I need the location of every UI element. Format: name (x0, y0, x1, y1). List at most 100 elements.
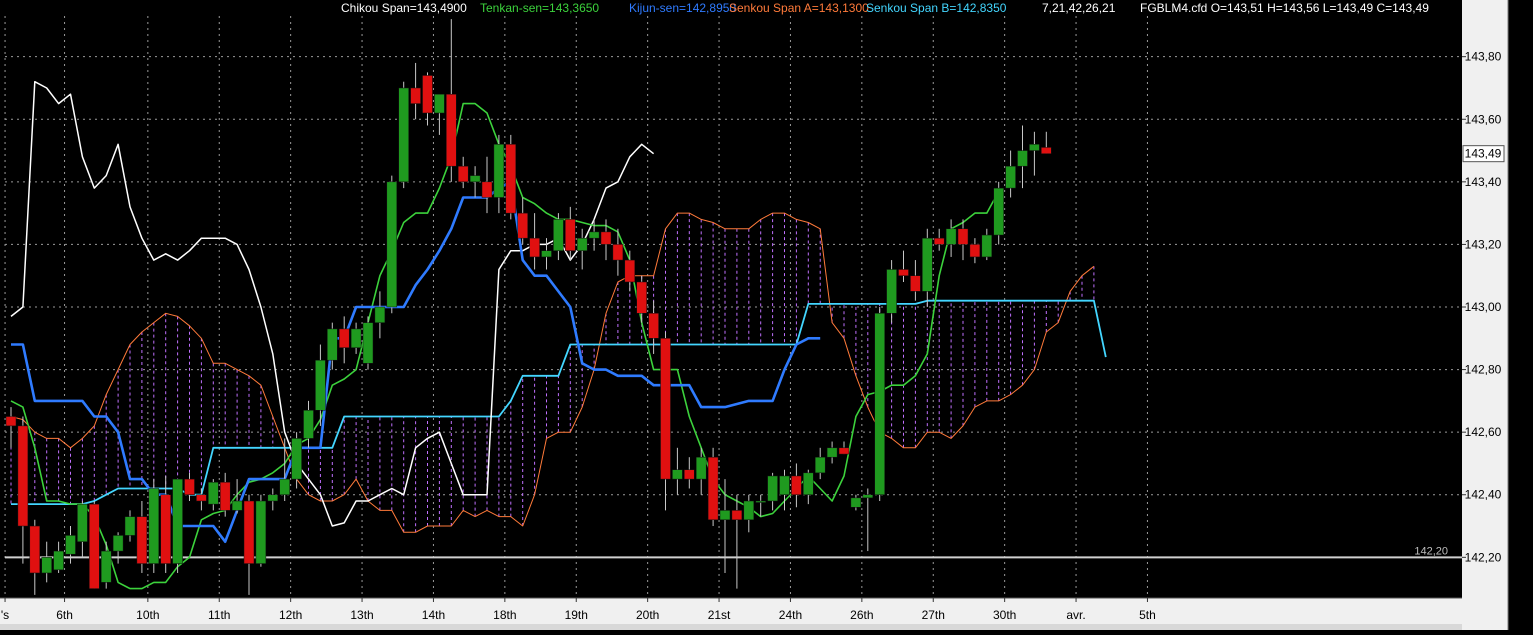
time-tick-label: 21st (708, 608, 731, 622)
candle-body (457, 165, 469, 183)
candle-body (755, 500, 766, 503)
candle-body (41, 557, 52, 574)
candle-body (386, 181, 398, 308)
legend-item: Kijun-sen=142,8950 (629, 1, 736, 15)
price-tick-label: 143,60 (1465, 112, 1502, 126)
time-tick-label: 's (1, 608, 9, 622)
time-tick-label: 10th (136, 608, 159, 622)
price-tick-label: 143,20 (1465, 237, 1502, 251)
candle-body (219, 481, 231, 511)
time-tick-label: avr. (1066, 608, 1085, 622)
candle-body (874, 313, 885, 495)
candle-body (303, 410, 314, 439)
price-tick-label: 142,40 (1465, 488, 1502, 502)
chart-canvas[interactable]: 142,20 143,80 143,60 143,40 143,20 143,00 142… (0, 0, 1533, 630)
candle-body (981, 234, 993, 258)
candle-body (791, 475, 802, 495)
candle-body (910, 275, 921, 292)
candle-body (707, 456, 719, 521)
candle-body (767, 475, 778, 502)
candle-body (541, 250, 552, 258)
candle-body (327, 328, 338, 361)
time-tick-label: 18th (493, 608, 516, 622)
candle-body (184, 478, 195, 495)
candle (707, 447, 719, 527)
time-tick-label: 30th (993, 608, 1016, 622)
time-tick-label: 12th (279, 608, 302, 622)
price-tick-label: 143,80 (1465, 50, 1502, 64)
candle-body (422, 75, 433, 114)
window-edge (1509, 0, 1533, 630)
candle-body (279, 478, 290, 495)
candle-body (743, 500, 755, 521)
candle (874, 307, 885, 501)
candle-body (957, 228, 969, 245)
time-tick-label: 24th (779, 608, 802, 622)
candle-body (362, 322, 374, 364)
candle-body (77, 503, 88, 542)
candle-body (410, 87, 421, 104)
candle-body (434, 93, 445, 114)
candle-body (267, 494, 279, 502)
candle-body (862, 494, 874, 499)
candle-body (291, 438, 302, 480)
candle-body (898, 269, 909, 276)
candle-body (731, 510, 743, 521)
candle-body (684, 469, 695, 480)
candle-body (100, 550, 112, 583)
candle-body (969, 244, 981, 258)
candle-body (779, 475, 790, 495)
candle-body (553, 219, 564, 251)
candle-body (196, 494, 207, 502)
candle-body (588, 231, 600, 239)
candle (255, 494, 267, 567)
price-tick-label: 143,40 (1465, 175, 1502, 189)
time-tick-label: 11th (208, 608, 230, 622)
candle-body (398, 87, 409, 183)
candle-body (243, 500, 255, 564)
candle-body (719, 510, 731, 521)
candle-body (89, 503, 100, 589)
candle-body (803, 472, 814, 495)
level-label: 142,20 (1414, 545, 1448, 557)
candle (148, 479, 160, 573)
time-tick-label: 19th (565, 608, 588, 622)
candle (886, 260, 897, 323)
candle-body (660, 338, 671, 480)
ichimoku-chart[interactable]: 142,20 143,80 143,60 143,40 143,20 143,00 142… (0, 0, 1533, 630)
candle-body (338, 328, 350, 348)
candle-body (65, 535, 76, 555)
candle-body (826, 447, 838, 458)
price-axis-panel (1462, 0, 1508, 630)
time-axis[interactable]: 's 6th 10th 11th 12th 13th 14th 18th 19th 20th 21s… (0, 597, 1462, 630)
price-tick-label: 143,00 (1465, 300, 1502, 314)
candle-body (529, 237, 540, 258)
candle-body (172, 478, 183, 564)
price-tick-label: 142,20 (1465, 550, 1502, 564)
price-axis[interactable]: 143,80 143,60 143,40 143,20 143,00 142,80 142,… (1462, 0, 1533, 630)
candle-body (565, 219, 576, 251)
candle-body (5, 416, 17, 427)
candle-body (612, 244, 624, 261)
candle-body (1005, 165, 1016, 189)
time-tick-label: 13th (350, 608, 373, 622)
legend-item: 7,21,42,26,21 (1042, 1, 1116, 15)
candle-body (600, 231, 612, 245)
candle-body (838, 447, 850, 455)
candle (398, 81, 409, 189)
candle (89, 501, 100, 589)
candle-body (446, 93, 457, 167)
indicator-legend: Chikou Span=143,4900 Tenkan-sen=143,3650 K… (341, 1, 1429, 15)
candle (993, 181, 1004, 245)
candle-body (1017, 150, 1028, 167)
chart-background (0, 0, 1533, 630)
candle-body (17, 425, 29, 527)
time-tick-label: 6th (56, 608, 73, 622)
legend-item: Senkou Span B=142,8350 (866, 1, 1007, 15)
candle-body (695, 456, 707, 480)
candle-body (933, 237, 945, 245)
candle (386, 175, 398, 314)
candle-body (53, 550, 64, 571)
candle-body (29, 525, 41, 574)
scroll-strip[interactable] (0, 624, 1462, 630)
